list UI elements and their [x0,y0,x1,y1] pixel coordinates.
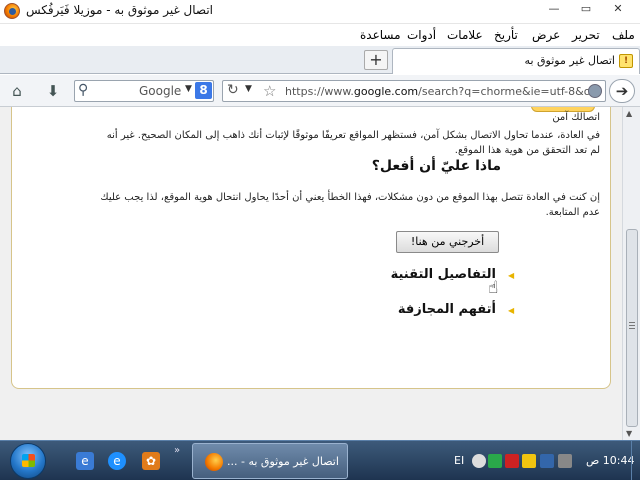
clock[interactable]: 10:44 ص [586,454,635,467]
vertical-scrollbar[interactable]: ▲ ▼ [622,107,640,440]
search-engine-badge[interactable]: 8 [195,82,212,99]
close-button[interactable]: ✕ [604,1,632,18]
normal-behavior-paragraph: في العادة، عندما تحاول الاتصال بشكل آمن،… [106,130,600,156]
error-card: اتصالك آمن في العادة، عندما تحاول الاتصا… [11,107,611,389]
expand-arrow-icon[interactable]: ◀ [508,306,514,315]
menu-bookmarks[interactable]: علامات [447,28,483,42]
reload-icon[interactable]: ↻ [227,82,239,98]
tab-untrusted-connection[interactable]: اتصال غير موثوق به ! [392,48,640,74]
new-tab-button[interactable]: + [364,50,388,70]
minimize-button[interactable]: — [540,1,568,18]
tab-title: اتصال غير موثوق به [524,54,615,67]
url-domain: google.com [353,85,419,98]
downloads-icon[interactable]: ⬇ [42,81,64,101]
search-engine-label: Google [139,84,182,98]
tray-app-icon[interactable] [540,454,554,468]
navigation-bar: ⌂ ⬇ ⚲ Google ▼ 8 ↻ ▼ ☆ https://www.googl… [0,75,640,107]
internet-explorer-icon[interactable]: e [108,452,126,470]
menu-edit[interactable]: تحرير [572,28,600,42]
what-should-i-do-heading: ماذا عليّ أن أفعل؟ [371,158,501,174]
taskbar-firefox-task[interactable]: اتصال غير موثوق به - ... [192,443,348,479]
antivirus-icon[interactable] [505,454,519,468]
menu-history[interactable]: تأريخ [494,28,518,42]
url-path: /search?q=chorme&ie=utf-8&o [418,85,591,98]
windows-logo-icon [22,454,35,467]
menu-view[interactable]: عرض [532,28,560,42]
scroll-down-icon[interactable]: ▼ [626,429,632,438]
firefox-logo-icon [4,3,20,19]
url-bar[interactable]: ↻ ▼ ☆ https://www.google.com/search?q=ch… [222,80,606,102]
show-desktop-button[interactable] [631,441,640,480]
window-title: اتصال غير موثوق به - موزيلا فَيَرفُكس [26,3,214,17]
url-prefix: https://www. [285,85,354,98]
browser-window: { "window": { "title": "اتصال غير موثوق … [0,0,640,480]
menu-help[interactable]: مساعدة [360,28,401,42]
bookmark-star-icon[interactable]: ☆ [263,82,276,100]
advice-paragraph: إن كنت في العادة تتصل بهذا الموقع من دون… [100,192,600,218]
window-controls: — ▭ ✕ [540,1,632,19]
network-icon[interactable] [558,454,572,468]
search-bar[interactable]: ⚲ Google ▼ 8 [74,80,214,102]
understand-risks-label: أتفهم المجازفة [397,302,496,317]
app-pinned-icon[interactable]: ✿ [142,452,160,470]
hand-cursor-icon: ☝ [488,278,499,298]
chevron-more-icon[interactable]: » [174,445,180,456]
tray-app-icon[interactable] [522,454,536,468]
go-arrow-button[interactable]: ➔ [609,79,635,103]
grip-icon [629,322,635,323]
tray-app-icon[interactable] [472,454,486,468]
site-identity-icon[interactable] [588,84,602,98]
start-button[interactable] [10,443,46,479]
task-title: اتصال غير موثوق به - ... [227,455,339,468]
tab-bar: + اتصال غير موثوق به ! [0,46,640,74]
language-indicator[interactable]: EI [454,454,464,467]
maximize-button[interactable]: ▭ [572,1,600,18]
taskbar: e e ✿ » اتصال غير موثوق به - ... EI 10:4… [0,440,640,480]
firefox-icon [205,453,223,471]
technical-details-label: التفاصيل التقنية [390,267,496,282]
search-icon: ⚲ [78,82,89,98]
understand-risks-expander[interactable]: أتفهم المجازفة [398,302,496,317]
chevron-down-icon[interactable]: ▼ [185,84,192,94]
warning-icon: ! [619,54,633,68]
technical-details-expander[interactable]: التفاصيل التقنية [391,267,496,282]
tray-app-icon[interactable] [488,454,502,468]
home-icon[interactable]: ⌂ [6,81,28,101]
url-text: https://www.google.com/search?q=chorme&i… [285,85,590,98]
expand-arrow-icon[interactable]: ◀ [508,271,514,280]
page-content: اتصالك آمن في العادة، عندما تحاول الاتصا… [0,107,622,440]
menu-file[interactable]: ملف [612,28,635,42]
menu-tools[interactable]: أدوات [407,28,436,42]
scroll-thumb[interactable] [626,229,638,427]
explorer-pinned-icon[interactable]: e [76,452,94,470]
menu-bar: ملف تحرير عرض تأريخ علامات أدوات مساعدة [0,26,640,46]
scroll-up-icon[interactable]: ▲ [626,109,632,118]
get-me-out-button[interactable]: أخرجني من هنا! [396,231,499,253]
title-bar: اتصال غير موثوق به - موزيلا فَيَرفُكس — … [0,0,640,24]
chevron-down-icon[interactable]: ▼ [245,84,252,94]
partial-text: اتصالك آمن [552,112,600,123]
